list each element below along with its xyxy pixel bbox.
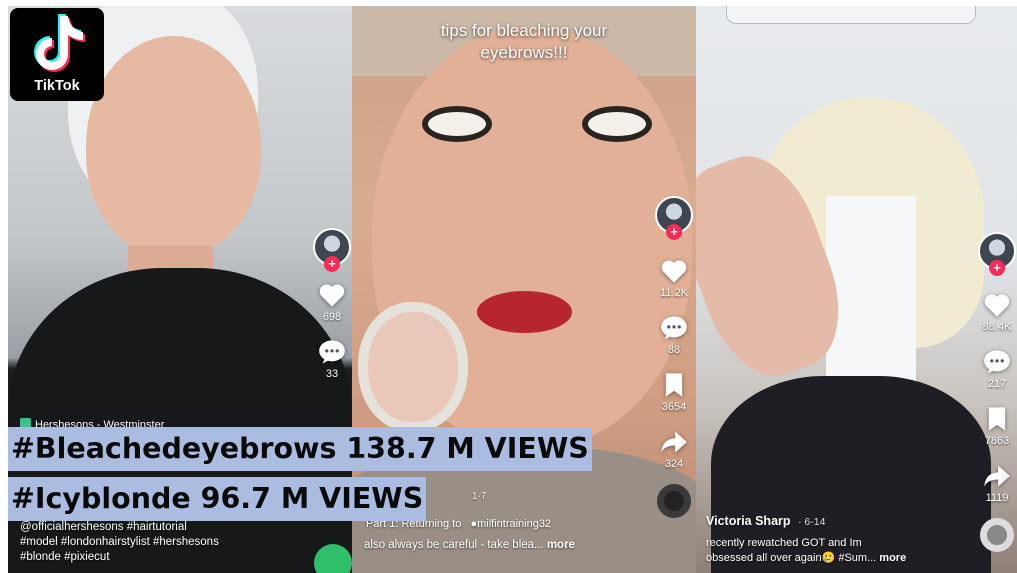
like-action[interactable]: 698 [318,282,346,323]
tiktok-wordmark: TikTok [34,78,80,94]
overlay-title-line: tips for bleaching your [440,21,608,40]
caption-text: also always be careful - take blea... [364,539,544,551]
face-shape [86,36,261,256]
more-link[interactable]: more [547,539,575,551]
inset-face-shape [358,302,468,432]
right-eye-shape [582,106,652,142]
like-count: 88.4K [982,321,1012,333]
bookmark-icon [665,373,683,397]
share-action[interactable]: 324 [660,429,688,470]
caption-line: obsessed all over again🥲 #Sum... [706,552,877,564]
heart-icon [661,260,687,283]
like-count: 698 [322,311,342,323]
follow-plus-icon[interactable]: + [666,224,682,240]
left-eye-shape [422,106,492,142]
comment-count: 33 [325,368,339,380]
lips-shape [477,291,572,333]
comment-action[interactable]: 217 [983,349,1011,390]
comment-count: 217 [987,378,1007,390]
heart-icon [984,294,1010,317]
tiktok-logo: TikTok [10,8,104,101]
hashtag-views-line-2: #Icyblonde 96.7 M VIEWS [8,477,427,521]
action-sidebar: + 11.2K 88 3654 324 [654,196,694,518]
creator-avatar[interactable]: + [313,228,351,272]
heart-icon [319,284,345,307]
share-action[interactable]: 1119 [983,463,1011,504]
video-panel-3[interactable]: + 88.4K 217 7863 1119 Victoria Sharp · 6… [696,6,1017,573]
bookmark-icon [988,407,1006,431]
comment-action[interactable]: 33 [318,339,346,380]
overlay-title-line: eyebrows!!! [480,43,568,62]
comment-action[interactable]: 88 [660,315,688,356]
author-line: Victoria Sharp · 6-14 [706,514,825,530]
caption-line: #model #londonhairstylist #hershesons [20,536,219,548]
video-caption: @officialhershesons #hairtutorial #model… [20,520,219,565]
comment-icon [319,340,345,364]
more-link[interactable]: more [879,552,906,564]
comment-icon [661,316,687,340]
music-credit[interactable]: milfintraining32 [477,518,551,530]
share-count: 324 [664,458,684,470]
search-bar-shape [726,6,976,24]
save-count: 7863 [984,435,1010,447]
video-caption: also always be careful - take blea... mo… [364,538,575,553]
video-text-overlay: tips for bleaching your eyebrows!!! [352,20,696,64]
save-action[interactable]: 3654 [660,372,688,413]
save-action[interactable]: 7863 [983,406,1011,447]
caption-line: recently rewatched GOT and Im [706,537,862,549]
video-caption: recently rewatched GOT and Im obsessed a… [706,536,906,566]
music-disc-icon[interactable] [980,518,1014,552]
share-arrow-icon [661,431,687,453]
hashtag-views-line-1: #Bleachedeyebrows 138.7 M VIEWS [8,427,592,471]
caption-line: @officialhershesons #hairtutorial [20,521,187,533]
like-action[interactable]: 88.4K [982,292,1012,333]
creator-avatar[interactable]: + [978,232,1016,276]
action-sidebar: + 698 33 [312,228,352,380]
caption-line: #blonde #pixiecut [20,551,110,563]
author-name[interactable]: Victoria Sharp [706,514,791,528]
share-count: 1119 [985,492,1009,504]
comment-icon [984,350,1010,374]
post-date: 1-7 [472,491,487,502]
post-date: · 6-14 [798,516,826,528]
follow-plus-icon[interactable]: + [324,256,340,272]
like-action[interactable]: 11.2K [660,258,688,299]
music-disc-icon[interactable] [657,484,691,518]
tiktok-note-icon [34,14,85,72]
comment-count: 88 [667,344,681,356]
save-count: 3654 [661,401,687,413]
creator-avatar[interactable]: + [655,196,693,240]
like-count: 11.2K [660,287,688,299]
follow-plus-icon[interactable]: + [989,260,1005,276]
share-arrow-icon [984,465,1010,487]
action-sidebar: + 88.4K 217 7863 1119 [977,232,1017,552]
